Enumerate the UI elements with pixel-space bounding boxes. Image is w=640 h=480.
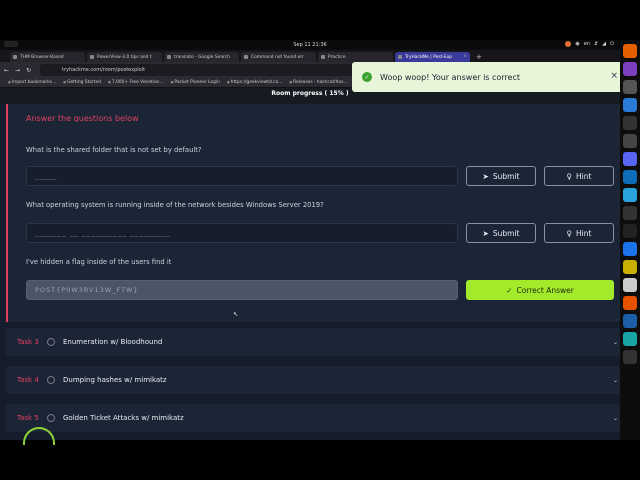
tab-powerview[interactable]: PowerView-3.0 tips and t (87, 52, 162, 62)
submit-button-2[interactable]: ➤ Submit (466, 223, 536, 243)
page-content: Answer the questions below What is the s… (0, 104, 620, 440)
task-number: Task 5 (17, 414, 39, 422)
clock[interactable]: Sep 11 21:36 (0, 42, 620, 48)
tab-tryhackme[interactable]: TryHackMe | Post-Exp × (395, 52, 470, 62)
wireshark-icon[interactable] (623, 314, 637, 328)
bookmark-item[interactable]: Releases · hashcat/has... (289, 80, 347, 85)
power-icon[interactable]: ⏻ (610, 41, 614, 47)
send-icon: ➤ (482, 171, 489, 181)
screen-bottom (0, 440, 640, 480)
task-row-5[interactable]: Task 5 Golden Ticket Attacks w/ mimikatz… (6, 404, 620, 432)
terminal-icon[interactable] (623, 224, 637, 238)
task-name: Dumping hashes w/ mimikatz (63, 376, 167, 384)
bookmark-item[interactable]: Getting Started (63, 80, 101, 85)
network-icon[interactable]: ⇵ (594, 41, 598, 47)
chevron-down-icon[interactable]: ⌄ (613, 377, 618, 384)
hint-button-1[interactable]: ♀ Hint (544, 166, 614, 186)
bookmark-item[interactable]: https://geekviewtd.co... (227, 80, 283, 85)
browser-window: THM Browser-Based PowerView-3.0 tips and… (0, 50, 620, 440)
video-icon[interactable] (623, 134, 637, 148)
tab-label: PowerView-3.0 tips and t (97, 55, 152, 60)
hint-label: Hint (576, 171, 592, 181)
tab-label: TryHackMe | Post-Exp (405, 55, 453, 60)
tor-browser-icon[interactable] (623, 62, 637, 76)
send-icon: ➤ (482, 228, 489, 238)
indicator-icon[interactable]: ◉ (575, 41, 579, 47)
close-tab-icon[interactable]: × (463, 54, 467, 59)
app-dock (620, 40, 640, 440)
submit-label: Submit (492, 228, 520, 238)
mouse-cursor-icon: ↖ (233, 311, 239, 318)
question-1-text: What is the shared folder that is not se… (26, 146, 202, 154)
bookmark-item[interactable]: Import bookmarks... (8, 80, 56, 85)
app-icon[interactable] (623, 296, 637, 310)
os-top-bar: Sep 11 21:36 ◉ en ⇵ ◢ ⏻ (0, 40, 620, 50)
url-text: tryhackme.com/room/postexploit (62, 67, 146, 73)
question-3-text: I've hidden a flag inside of the users f… (26, 258, 172, 266)
correct-answer-button[interactable]: ✓ Correct Answer (466, 280, 614, 300)
question-2-text: What operating system is running inside … (26, 201, 324, 209)
tab-thm-browser[interactable]: THM Browser-Based (10, 52, 85, 62)
firefox-icon[interactable] (623, 44, 637, 58)
submit-label: Submit (492, 171, 520, 181)
ubuntu-icon[interactable] (565, 41, 572, 47)
tab-label: translate - Google Search (174, 55, 230, 60)
new-tab-button[interactable]: + (472, 53, 486, 62)
task-name: Golden Ticket Attacks w/ mimikatz (63, 414, 184, 422)
lightbulb-icon: ♀ (566, 228, 573, 238)
success-toast: ✓ Woop woop! Your answer is correct × (352, 62, 624, 92)
task-number: Task 3 (17, 338, 39, 346)
task-status-icon (47, 414, 55, 422)
answer-1-input[interactable]: _____ (26, 166, 458, 186)
chevron-down-icon[interactable]: ⌄ (613, 339, 618, 346)
answer-3-input[interactable]: POST{P0W3RV13W_FTW} (26, 280, 458, 300)
tab-label: Command not found err (251, 55, 304, 60)
task-number: Task 4 (17, 376, 39, 384)
app-icon[interactable] (623, 242, 637, 256)
files-icon[interactable] (623, 80, 637, 94)
close-icon[interactable]: × (610, 71, 618, 81)
correct-label: Correct Answer (516, 285, 574, 295)
forward-icon[interactable]: → (15, 67, 20, 74)
app-icon[interactable] (623, 332, 637, 346)
volume-icon[interactable]: ◢ (602, 41, 606, 47)
tab-label: Practice (328, 55, 346, 60)
task-name: Enumeration w/ Bloodhound (63, 338, 163, 346)
task-status-icon (47, 338, 55, 346)
telegram-icon[interactable] (623, 188, 637, 202)
check-icon: ✓ (506, 285, 513, 295)
lightbulb-icon: ♀ (566, 171, 573, 181)
vscode-icon[interactable] (623, 170, 637, 184)
tab-label: THM Browser-Based (20, 55, 64, 60)
tab-practice[interactable]: Practice (318, 52, 393, 62)
submit-button-1[interactable]: ➤ Submit (466, 166, 536, 186)
tab-translate[interactable]: translate - Google Search (164, 52, 239, 62)
questions-panel: Answer the questions below What is the s… (6, 104, 620, 322)
calendar-icon[interactable] (623, 98, 637, 112)
reload-icon[interactable]: ↻ (26, 67, 31, 74)
bookmark-item[interactable]: 7,000+ Free Venetian... (108, 80, 164, 85)
tasks-icon[interactable] (623, 116, 637, 130)
chevron-down-icon[interactable]: ⌄ (613, 415, 618, 422)
show-apps-icon[interactable] (623, 350, 637, 364)
back-icon[interactable]: ← (4, 67, 9, 74)
answer-2-input[interactable]: _______ __ __________ _________ (26, 223, 458, 243)
toast-message: Woop woop! Your answer is correct (380, 72, 521, 82)
task-row-4[interactable]: Task 4 Dumping hashes w/ mimikatz ⌄ (6, 366, 620, 394)
discord-icon[interactable] (623, 152, 637, 166)
task-status-icon (47, 376, 55, 384)
bookmark-item[interactable]: Packet Pioneer Login (171, 80, 219, 85)
section-title: Answer the questions below (26, 114, 139, 123)
app-icon[interactable] (623, 278, 637, 292)
hint-label: Hint (576, 228, 592, 238)
tab-strip: THM Browser-Based PowerView-3.0 tips and… (0, 50, 620, 62)
task-row-3[interactable]: Task 3 Enumeration w/ Bloodhound ⌄ (6, 328, 620, 356)
check-circle-icon: ✓ (362, 72, 372, 82)
hint-button-2[interactable]: ♀ Hint (544, 223, 614, 243)
settings-icon[interactable] (623, 206, 637, 220)
tab-command-not-found[interactable]: Command not found err (241, 52, 316, 62)
app-icon[interactable] (623, 260, 637, 274)
system-tray[interactable]: ◉ en ⇵ ◢ ⏻ (565, 41, 614, 47)
lang-indicator[interactable]: en (584, 41, 590, 47)
